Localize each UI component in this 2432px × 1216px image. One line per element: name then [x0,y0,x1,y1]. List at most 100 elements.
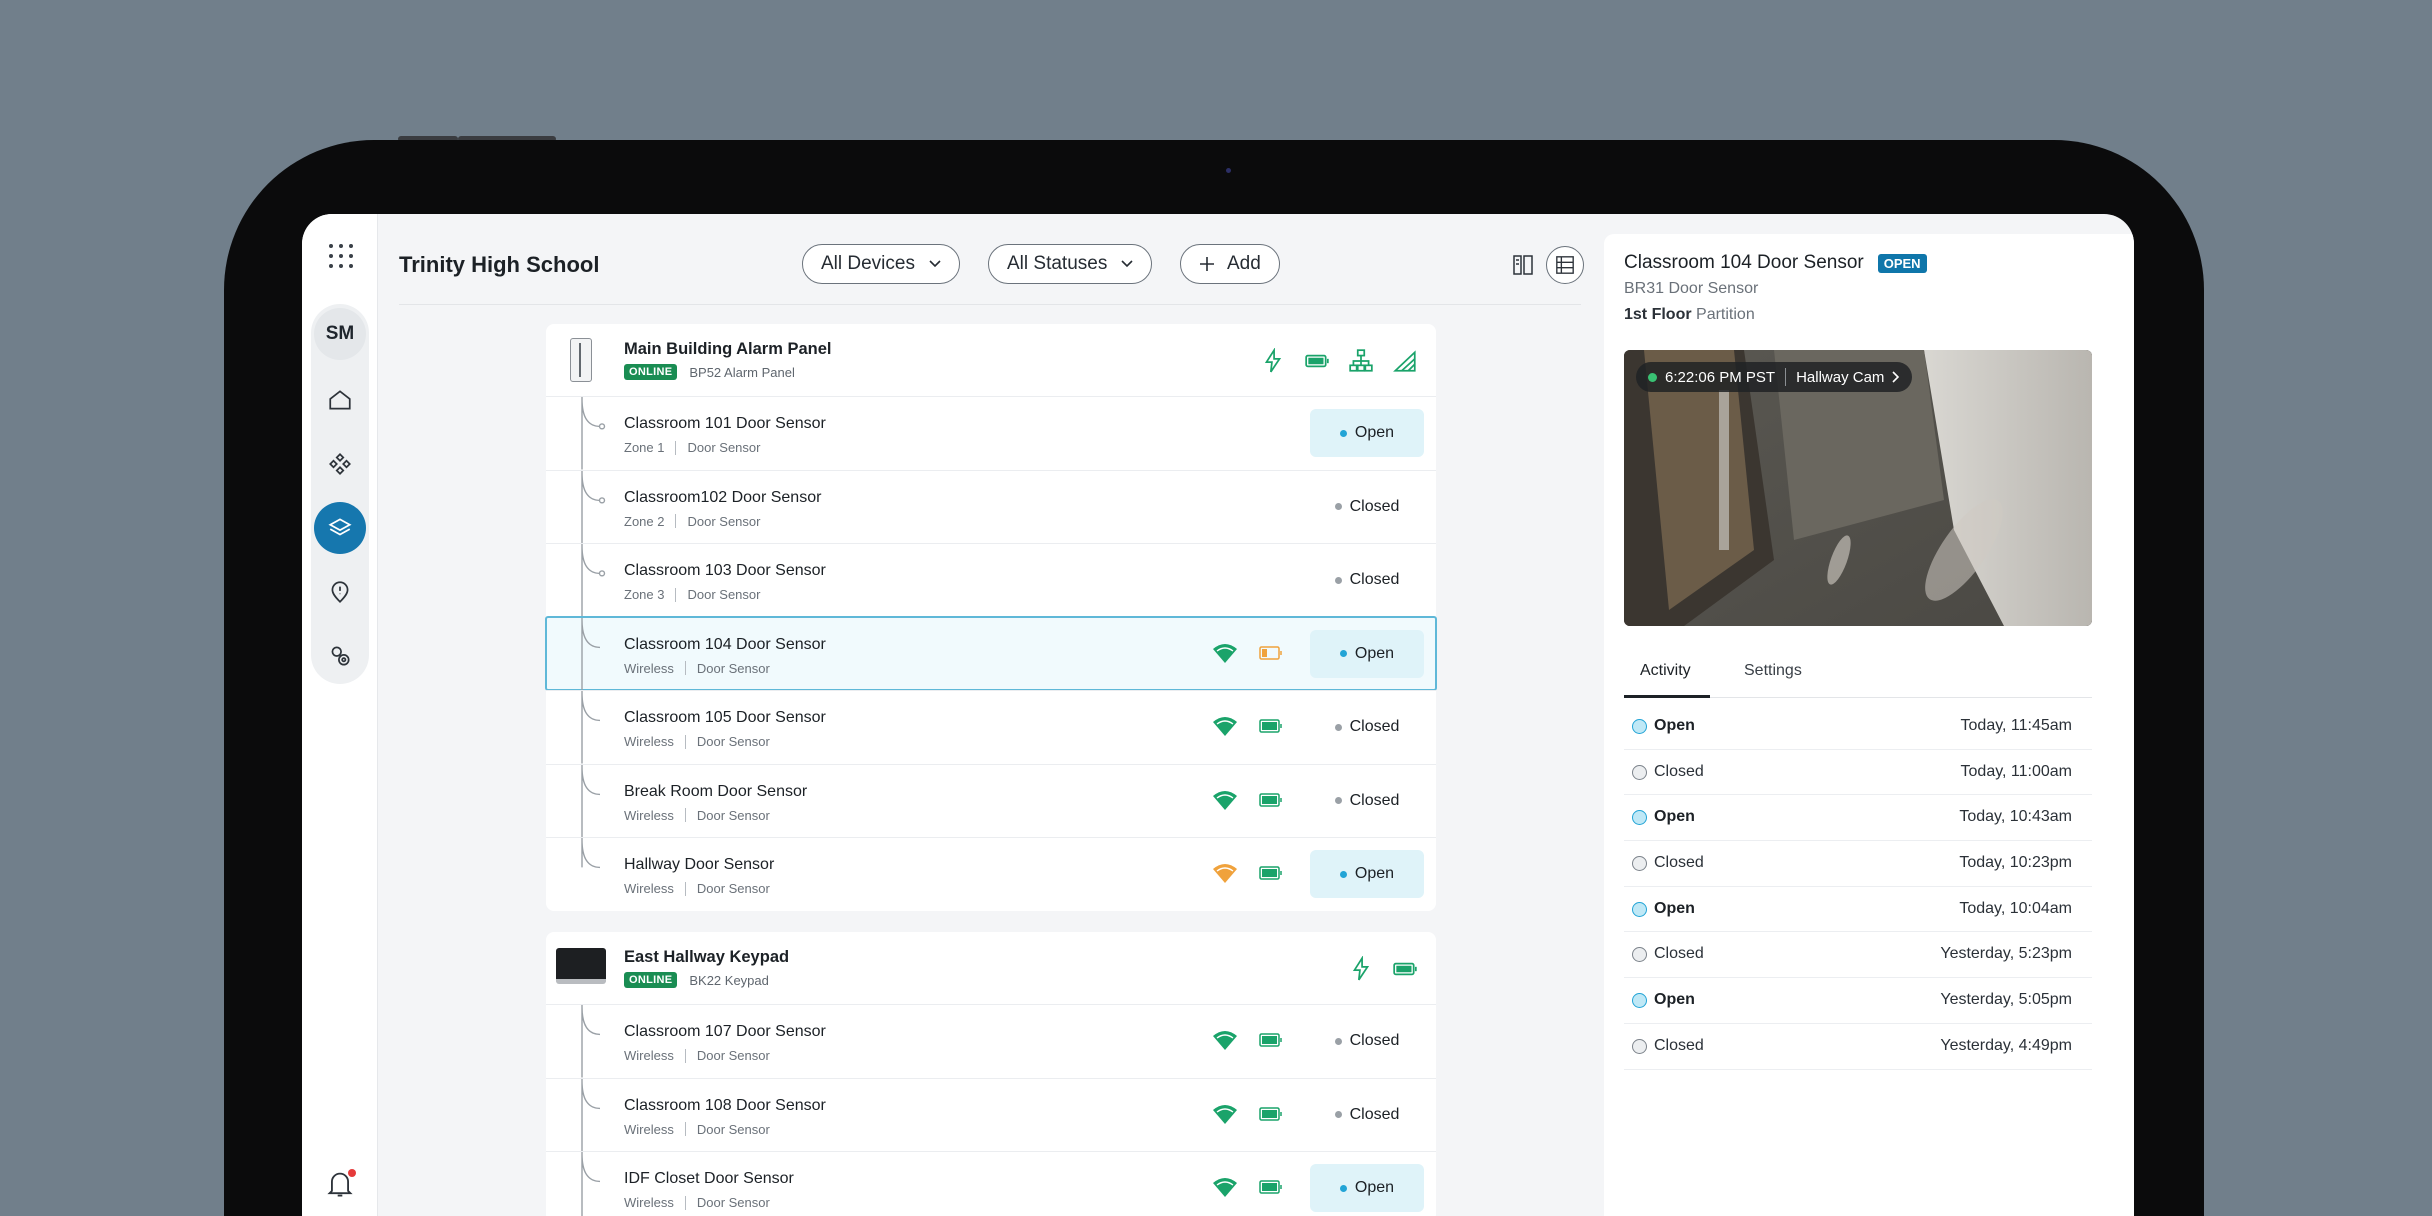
panel-model: BK22 Keypad [689,972,769,988]
sensor-name: Classroom 101 Door Sensor [624,415,826,432]
activity-time: Today, 11:00am [1960,762,2072,780]
security-icon[interactable] [314,502,366,554]
detail-tabs: Activity Settings [1624,654,2092,698]
sensor-state-badge: Closed [1310,1017,1424,1065]
sensor-name: IDF Closet Door Sensor [624,1170,794,1187]
activity-state: Closed [1654,945,1704,963]
sensor-name: Classroom 104 Door Sensor [624,635,826,653]
sensor-zone: Zone 3 [624,587,665,602]
sensor-row-selected[interactable]: Classroom 104 Door Sensor Wireless Door S… [545,615,1437,691]
sensor-row[interactable]: Hallway Door Sensor Wireless Door Sensor … [546,837,1436,911]
filter-statuses-dropdown[interactable]: All Statuses [988,244,1153,284]
add-button[interactable]: Add [1180,244,1280,284]
nav-rail [311,304,369,684]
battery-icon [1259,1180,1282,1194]
sensor-name: Break Room Door Sensor [624,782,808,800]
panel-row[interactable]: Main Building Alarm Panel ONLINE BP52 Al… [546,324,1436,396]
filter-devices-dropdown[interactable]: All Devices [802,244,960,284]
wifi-signal-icon [1213,1104,1237,1124]
state-label: Open [1354,1179,1395,1196]
split-view-icon[interactable] [1504,246,1542,284]
state-label: Closed [1349,791,1400,809]
battery-low-icon [1259,645,1282,660]
tab-settings[interactable]: Settings [1744,662,1802,680]
sensor-zone: Wireless [624,807,674,823]
sensor-zone: Wireless [624,1195,674,1210]
filter-devices-label: All Devices [821,253,915,274]
tree-connector [581,1152,601,1216]
sensor-state-badge: Closed [1310,483,1424,531]
activity-time: Today, 11:45am [1960,717,2072,734]
detail-partition: Partition [1696,306,1755,323]
sensor-zone: Wireless [624,734,674,749]
alarm-panel-image [570,338,592,382]
sensor-zone: Wireless [624,1121,674,1137]
apps-grid-icon[interactable] [321,236,359,274]
sensor-state-badge: Closed [1310,777,1424,825]
camera-feed[interactable]: 6:22:06 PM PST Hallway Cam [1624,350,2092,626]
cellular-signal-icon [1393,350,1416,372]
status-badge: ONLINE [624,364,678,380]
battery-icon [1259,792,1282,807]
sensor-row[interactable]: Classroom 108 Door Sensor Wireless Door S… [546,1077,1436,1151]
activity-state: Open [1654,717,1695,734]
activity-row[interactable]: Closed Today, 10:23pm [1624,841,2092,887]
filter-statuses-label: All Statuses [1007,253,1108,274]
sensor-row[interactable]: Classroom 103 Door Sensor Zone 3 Door Sen… [546,543,1436,617]
app-screen: SM Trinity High School All Devices All S… [302,214,2134,1216]
detail-model: BR31 Door Sensor [1624,280,1759,297]
activity-row[interactable]: Open Today, 10:43am [1624,795,2092,842]
sensor-state-badge: Open [1310,850,1424,898]
avatar[interactable]: SM [314,308,366,360]
sensor-row[interactable]: Break Room Door Sensor Wireless Door Sens… [546,763,1436,837]
home-icon[interactable] [314,374,366,426]
sensor-state-badge: Closed [1310,703,1424,751]
activity-row[interactable]: Open Today, 10:04am [1624,887,2092,933]
sensor-zone: Wireless [624,660,674,676]
activity-list: Open Today, 11:45am Closed Today, 11:00am … [1624,704,2092,1070]
status-badge: OPEN [1877,253,1927,273]
sensor-zone: Zone 2 [624,513,665,529]
sensor-name: Classroom 108 Door Sensor [624,1096,826,1114]
tab-activity[interactable]: Activity [1640,662,1691,680]
sensor-row[interactable]: IDF Closet Door Sensor Wireless Door Sens… [546,1151,1436,1216]
tree-connector [581,617,601,690]
activity-state: Open [1654,808,1695,826]
sensor-row[interactable]: Classroom 107 Door Sensor Wireless Door S… [546,1004,1436,1078]
activity-time: Today, 10:43am [1959,808,2072,826]
activity-row[interactable]: Open Yesterday, 5:05pm [1624,978,2092,1024]
activity-row[interactable]: Closed Yesterday, 5:23pm [1624,932,2092,979]
activity-state: Closed [1654,854,1704,872]
network-icon [1349,349,1373,372]
notification-dot [348,1169,356,1177]
activity-row[interactable]: Open Today, 11:45am [1624,704,2092,750]
list-view-icon[interactable] [1546,246,1584,284]
activity-state: Open [1654,899,1695,917]
activity-row[interactable]: Closed Today, 11:00am [1624,750,2092,796]
camera-info-pill[interactable]: 6:22:06 PM PST Hallway Cam [1636,362,1913,392]
sensor-type: Door Sensor [696,881,770,896]
panel-name: Main Building Alarm Panel [624,340,832,358]
camera-time: 6:22:06 PM PST [1665,368,1776,386]
sensor-type: Door Sensor [687,513,761,529]
device-card: Main Building Alarm Panel ONLINE BP52 Al… [545,324,1437,911]
detail-panel: Classroom 104 Door Sensor OPEN BR31 Door… [1604,234,2134,1216]
sensor-name: Classroom102 Door Sensor [624,488,822,506]
wifi-signal-icon [1213,717,1237,736]
state-label: Open [1354,644,1395,662]
activity-row[interactable]: Closed Yesterday, 4:49pm [1624,1024,2092,1070]
alerts-icon[interactable] [314,566,366,618]
sensor-row[interactable]: Classroom 101 Door Sensor Zone 1 Door Sen… [546,396,1436,470]
tree-connector [581,544,606,617]
devices-icon[interactable] [314,438,366,490]
settings-icon[interactable] [314,630,366,682]
sensor-name: Classroom 107 Door Sensor [624,1023,826,1040]
sensor-type: Door Sensor [696,1048,770,1063]
panel-row[interactable]: East Hallway Keypad ONLINE BK22 Keypad [546,932,1436,1004]
activity-state: Closed [1654,762,1704,780]
sensor-row[interactable]: Classroom 105 Door Sensor Wireless Door S… [546,690,1436,764]
sensor-row[interactable]: Classroom102 Door Sensor Zone 2 Door Sens… [546,469,1436,543]
activity-state: Closed [1654,1036,1704,1054]
state-label: Open [1354,865,1395,882]
sensor-type: Door Sensor [696,734,770,749]
